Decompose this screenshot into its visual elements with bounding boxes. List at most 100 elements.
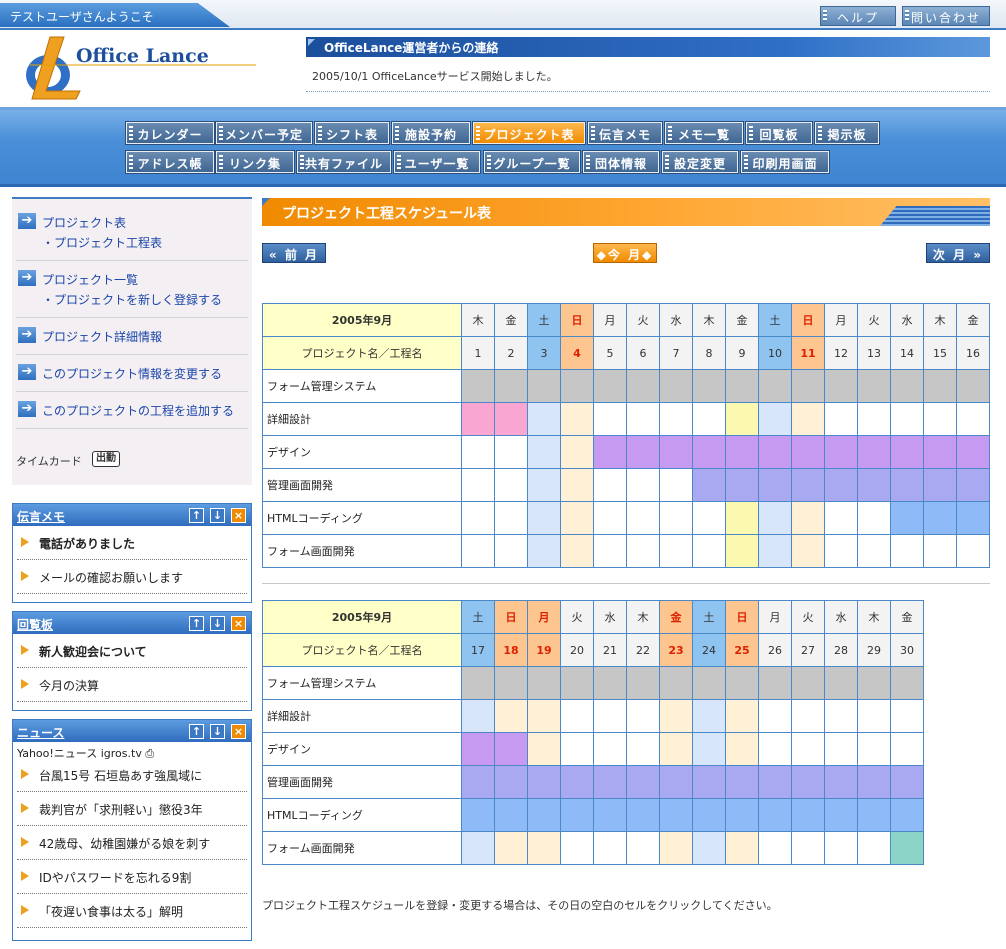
schedule-cell[interactable] [461,765,495,799]
schedule-cell[interactable] [824,732,858,766]
schedule-cell[interactable] [593,699,627,733]
schedule-cell[interactable] [560,402,594,436]
schedule-cell[interactable] [857,666,891,700]
schedule-cell[interactable] [824,666,858,700]
schedule-cell[interactable] [659,798,693,832]
schedule-cell[interactable] [923,369,957,403]
schedule-cell[interactable] [593,402,627,436]
schedule-cell[interactable] [461,468,495,502]
news-item[interactable]: IDやパスワードを忘れる9割 [17,860,247,894]
schedule-cell[interactable] [461,501,495,535]
schedule-cell[interactable] [857,699,891,733]
nav-shared-files[interactable]: 共有ファイル [296,150,392,174]
task-name[interactable]: 詳細設計 [262,699,462,733]
schedule-cell[interactable] [791,798,825,832]
schedule-cell[interactable] [791,666,825,700]
schedule-cell[interactable] [527,798,561,832]
schedule-cell[interactable] [659,369,693,403]
news-box-title[interactable]: ニュース [17,724,64,741]
schedule-cell[interactable] [659,534,693,568]
schedule-cell[interactable] [494,666,528,700]
nav-organization-info[interactable]: 団体情報 [582,150,660,174]
schedule-cell[interactable] [659,699,693,733]
task-name[interactable]: フォーム管理システム [262,666,462,700]
schedule-cell[interactable] [527,402,561,436]
schedule-cell[interactable] [725,501,759,535]
schedule-cell[interactable] [791,831,825,865]
schedule-cell[interactable] [824,369,858,403]
schedule-cell[interactable] [857,534,891,568]
nav-print-view[interactable]: 印刷用画面 [740,150,830,174]
schedule-cell[interactable] [461,732,495,766]
schedule-cell[interactable] [494,501,528,535]
schedule-cell[interactable] [824,435,858,469]
schedule-cell[interactable] [890,402,924,436]
schedule-cell[interactable] [626,369,660,403]
schedule-cell[interactable] [824,765,858,799]
move-down-icon[interactable]: ↓ [210,616,225,631]
schedule-cell[interactable] [626,732,660,766]
task-name[interactable]: HTMLコーディング [262,501,462,535]
schedule-cell[interactable] [626,435,660,469]
schedule-cell[interactable] [857,732,891,766]
schedule-cell[interactable] [890,831,924,865]
task-name[interactable]: フォーム画面開発 [262,831,462,865]
schedule-cell[interactable] [461,369,495,403]
schedule-cell[interactable] [659,402,693,436]
schedule-cell[interactable] [560,798,594,832]
schedule-cell[interactable] [857,369,891,403]
schedule-cell[interactable] [791,435,825,469]
schedule-cell[interactable] [692,798,726,832]
schedule-cell[interactable] [956,435,990,469]
schedule-cell[interactable] [791,732,825,766]
schedule-cell[interactable] [626,798,660,832]
circular-box-title[interactable]: 回覧板 [17,616,53,633]
schedule-cell[interactable] [560,699,594,733]
schedule-cell[interactable] [659,435,693,469]
news-item[interactable]: 裁判官が「求刑軽い」懲役3年 [17,792,247,826]
schedule-cell[interactable] [857,765,891,799]
schedule-cell[interactable] [692,699,726,733]
schedule-cell[interactable] [593,369,627,403]
schedule-cell[interactable] [956,369,990,403]
schedule-cell[interactable] [890,765,924,799]
schedule-cell[interactable] [923,534,957,568]
schedule-cell[interactable] [461,666,495,700]
schedule-cell[interactable] [527,435,561,469]
schedule-cell[interactable] [725,435,759,469]
schedule-cell[interactable] [725,534,759,568]
schedule-cell[interactable] [791,501,825,535]
schedule-cell[interactable] [956,402,990,436]
this-month-button[interactable]: ◆今 月◆ [593,243,657,263]
schedule-cell[interactable] [791,369,825,403]
nav-shift-table[interactable]: シフト表 [314,121,390,145]
schedule-cell[interactable] [626,402,660,436]
schedule-cell[interactable] [857,831,891,865]
schedule-cell[interactable] [692,369,726,403]
schedule-cell[interactable] [956,501,990,535]
task-name[interactable]: デザイン [262,732,462,766]
schedule-cell[interactable] [824,699,858,733]
list-item[interactable]: 電話がありました [17,526,247,560]
schedule-cell[interactable] [626,501,660,535]
schedule-cell[interactable] [527,534,561,568]
contact-button[interactable]: 問い合わせ [902,6,990,26]
schedule-cell[interactable] [725,699,759,733]
clock-in-button[interactable]: 出勤 [92,451,120,467]
move-down-icon[interactable]: ↓ [210,508,225,523]
menu-project-detail[interactable]: ➔ プロジェクト詳細情報 [16,325,248,355]
menu-add-process[interactable]: ➔ このプロジェクトの工程を追加する [16,399,248,429]
schedule-cell[interactable] [923,435,957,469]
close-icon[interactable]: × [231,508,246,523]
schedule-cell[interactable] [659,501,693,535]
task-name[interactable]: 詳細設計 [262,402,462,436]
nav-group-list[interactable]: グループ一覧 [483,150,581,174]
schedule-cell[interactable] [494,468,528,502]
schedule-cell[interactable] [758,666,792,700]
schedule-cell[interactable] [593,732,627,766]
move-up-icon[interactable]: ↑ [189,724,204,739]
schedule-cell[interactable] [527,369,561,403]
schedule-cell[interactable] [824,534,858,568]
schedule-cell[interactable] [758,402,792,436]
schedule-cell[interactable] [461,798,495,832]
